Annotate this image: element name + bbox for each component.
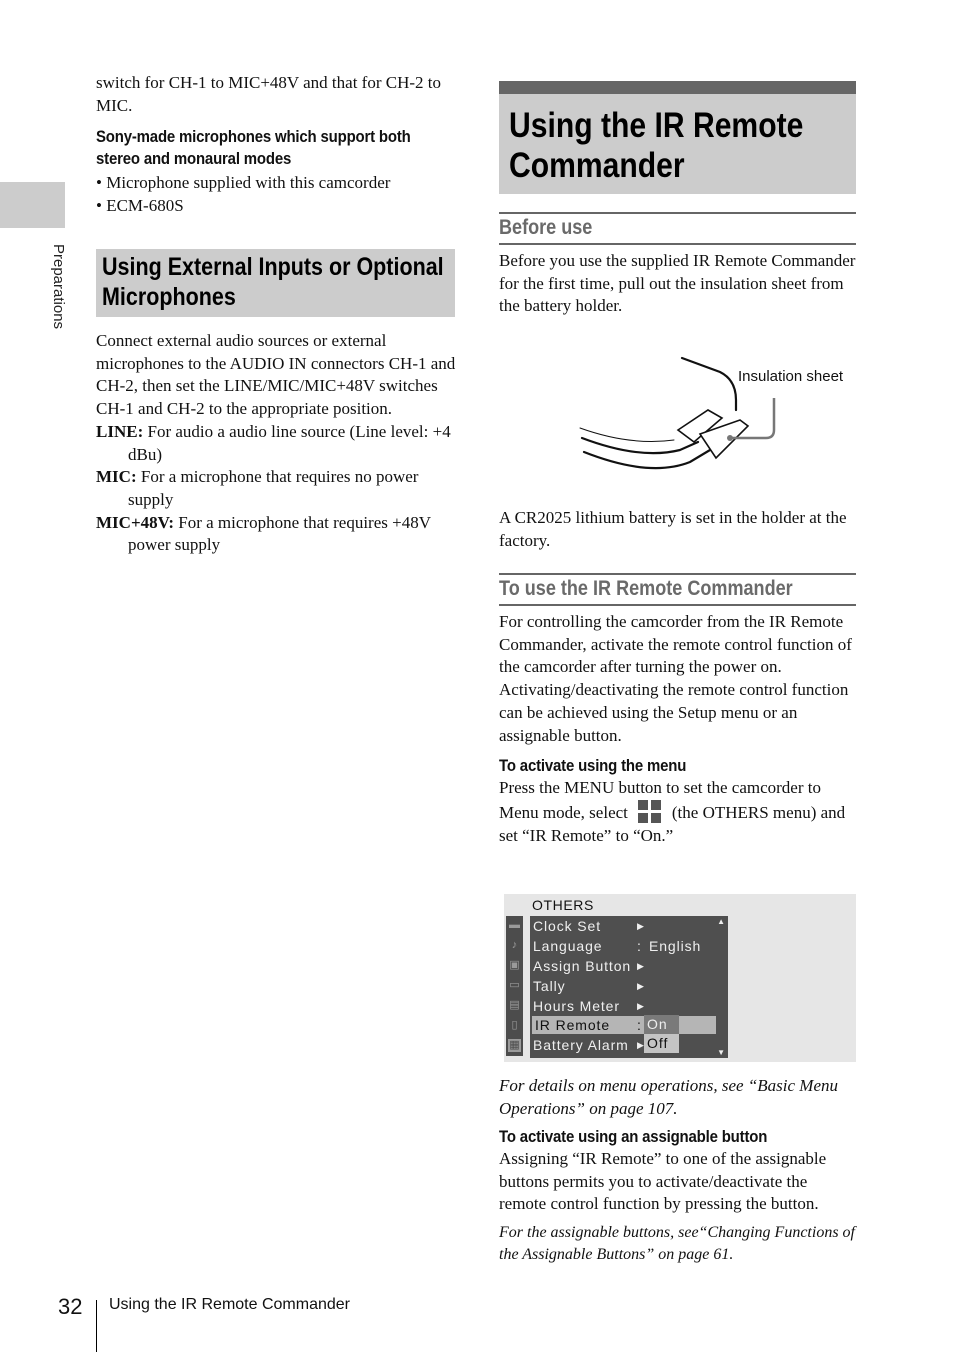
definition-mic48v: MIC+48V: For a microphone that requires …	[96, 512, 431, 555]
lcd-icon[interactable]: ▭	[508, 979, 521, 992]
page-title-box: Using the IR Remote Commander	[499, 81, 856, 194]
chapter-tab	[0, 182, 65, 228]
figure-label: Insulation sheet	[738, 368, 844, 385]
video-icon[interactable]: ▣	[508, 959, 521, 972]
remote-edge-thin	[579, 427, 675, 442]
section-body: Connect external audio sources or extern…	[96, 331, 456, 419]
option-off[interactable]: Off	[644, 1034, 679, 1053]
running-title: Using the IR Remote Commander	[109, 1296, 350, 1313]
osd-menu-panel: Clock Set ▶ Language: English Assign Butto…	[530, 916, 728, 1058]
assignable-subhead: To activate using an assignable button	[499, 1127, 768, 1146]
definition-mic: MIC: For a microphone that requires no p…	[96, 467, 419, 509]
scroll-down-icon[interactable]: ▼	[717, 1048, 725, 1057]
camera-icon[interactable]: ▬	[508, 919, 521, 932]
to-use-paragraph-2: Activating/deactivating the remote contr…	[499, 680, 849, 745]
to-use-heading: To use the IR Remote Commander	[499, 573, 856, 606]
callout-dot	[727, 435, 733, 441]
mic-bullet-list: Microphone supplied with this camcorder …	[96, 172, 456, 217]
external-inputs-body: Connect external audio sources or extern…	[96, 330, 456, 557]
footer-divider	[96, 1300, 97, 1352]
option-on[interactable]: On	[644, 1015, 679, 1034]
assignable-note: For the assignable buttons, see“Changing…	[499, 1224, 855, 1264]
to-use-paragraph-1: For controlling the camcorder from the I…	[499, 612, 852, 677]
page-title: Using the IR Remote Commander	[499, 81, 856, 194]
definition-line: LINE: For audio a audio line source (Lin…	[96, 421, 451, 464]
others-menu-screen: OTHERS ▬ ♪ ▣ ▭ ▤ ▯ ▦ Clock Set ▶ Language…	[504, 894, 856, 1062]
before-use-body: Before you use the supplied IR Remote Co…	[499, 251, 856, 316]
menu-operations-note: For details on menu operations, see “Bas…	[499, 1076, 839, 1118]
timecode-icon[interactable]: ▤	[508, 999, 521, 1012]
page-number: 32	[58, 1294, 83, 1319]
mic-subhead: Sony-made microphones which support both…	[96, 127, 411, 169]
battery-note: A CR2025 lithium battery is set in the h…	[499, 508, 847, 550]
osd-menu-title: OTHERS	[532, 897, 594, 913]
osd-icon-bar: ▬ ♪ ▣ ▭ ▤ ▯ ▦	[506, 916, 523, 1056]
remote-outline-body	[580, 436, 700, 455]
external-inputs-section: Using External Inputs or Optional Microp…	[96, 249, 455, 317]
assignable-text: Assigning “IR Remote” to one of the assi…	[499, 1149, 827, 1214]
before-use-heading: Before use	[499, 212, 856, 245]
menu-instructions: Press the MENU button to set the camcord…	[499, 778, 846, 845]
section-heading: Using External Inputs or Optional Microp…	[96, 249, 455, 317]
assignable-section: To activate using an assignable button A…	[499, 1126, 856, 1266]
chevron-right-icon: ▶	[637, 981, 645, 991]
audio-note-icon[interactable]: ♪	[508, 939, 521, 952]
chevron-right-icon: ▶	[637, 1001, 645, 1011]
bullet-item: Microphone supplied with this camcorder	[96, 172, 456, 195]
remote-icon[interactable]: ▯	[508, 1019, 521, 1032]
menu-subhead: To activate using the menu	[499, 756, 687, 776]
chevron-right-icon: ▶	[637, 921, 645, 931]
others-icon[interactable]: ▦	[508, 1039, 521, 1052]
others-menu-icon	[637, 799, 662, 824]
to-use-body: For controlling the camcorder from the I…	[499, 611, 856, 847]
scroll-up-icon[interactable]: ▲	[717, 917, 725, 926]
chapter-label: Preparations	[50, 244, 67, 330]
intro-text: switch for CH-1 to MIC+48V and that for …	[96, 73, 441, 115]
chevron-right-icon: ▶	[637, 961, 645, 971]
left-column: switch for CH-1 to MIC+48V and that for …	[96, 72, 456, 218]
remote-outline-top	[680, 356, 738, 412]
bullet-item: ECM-680S	[96, 195, 456, 218]
